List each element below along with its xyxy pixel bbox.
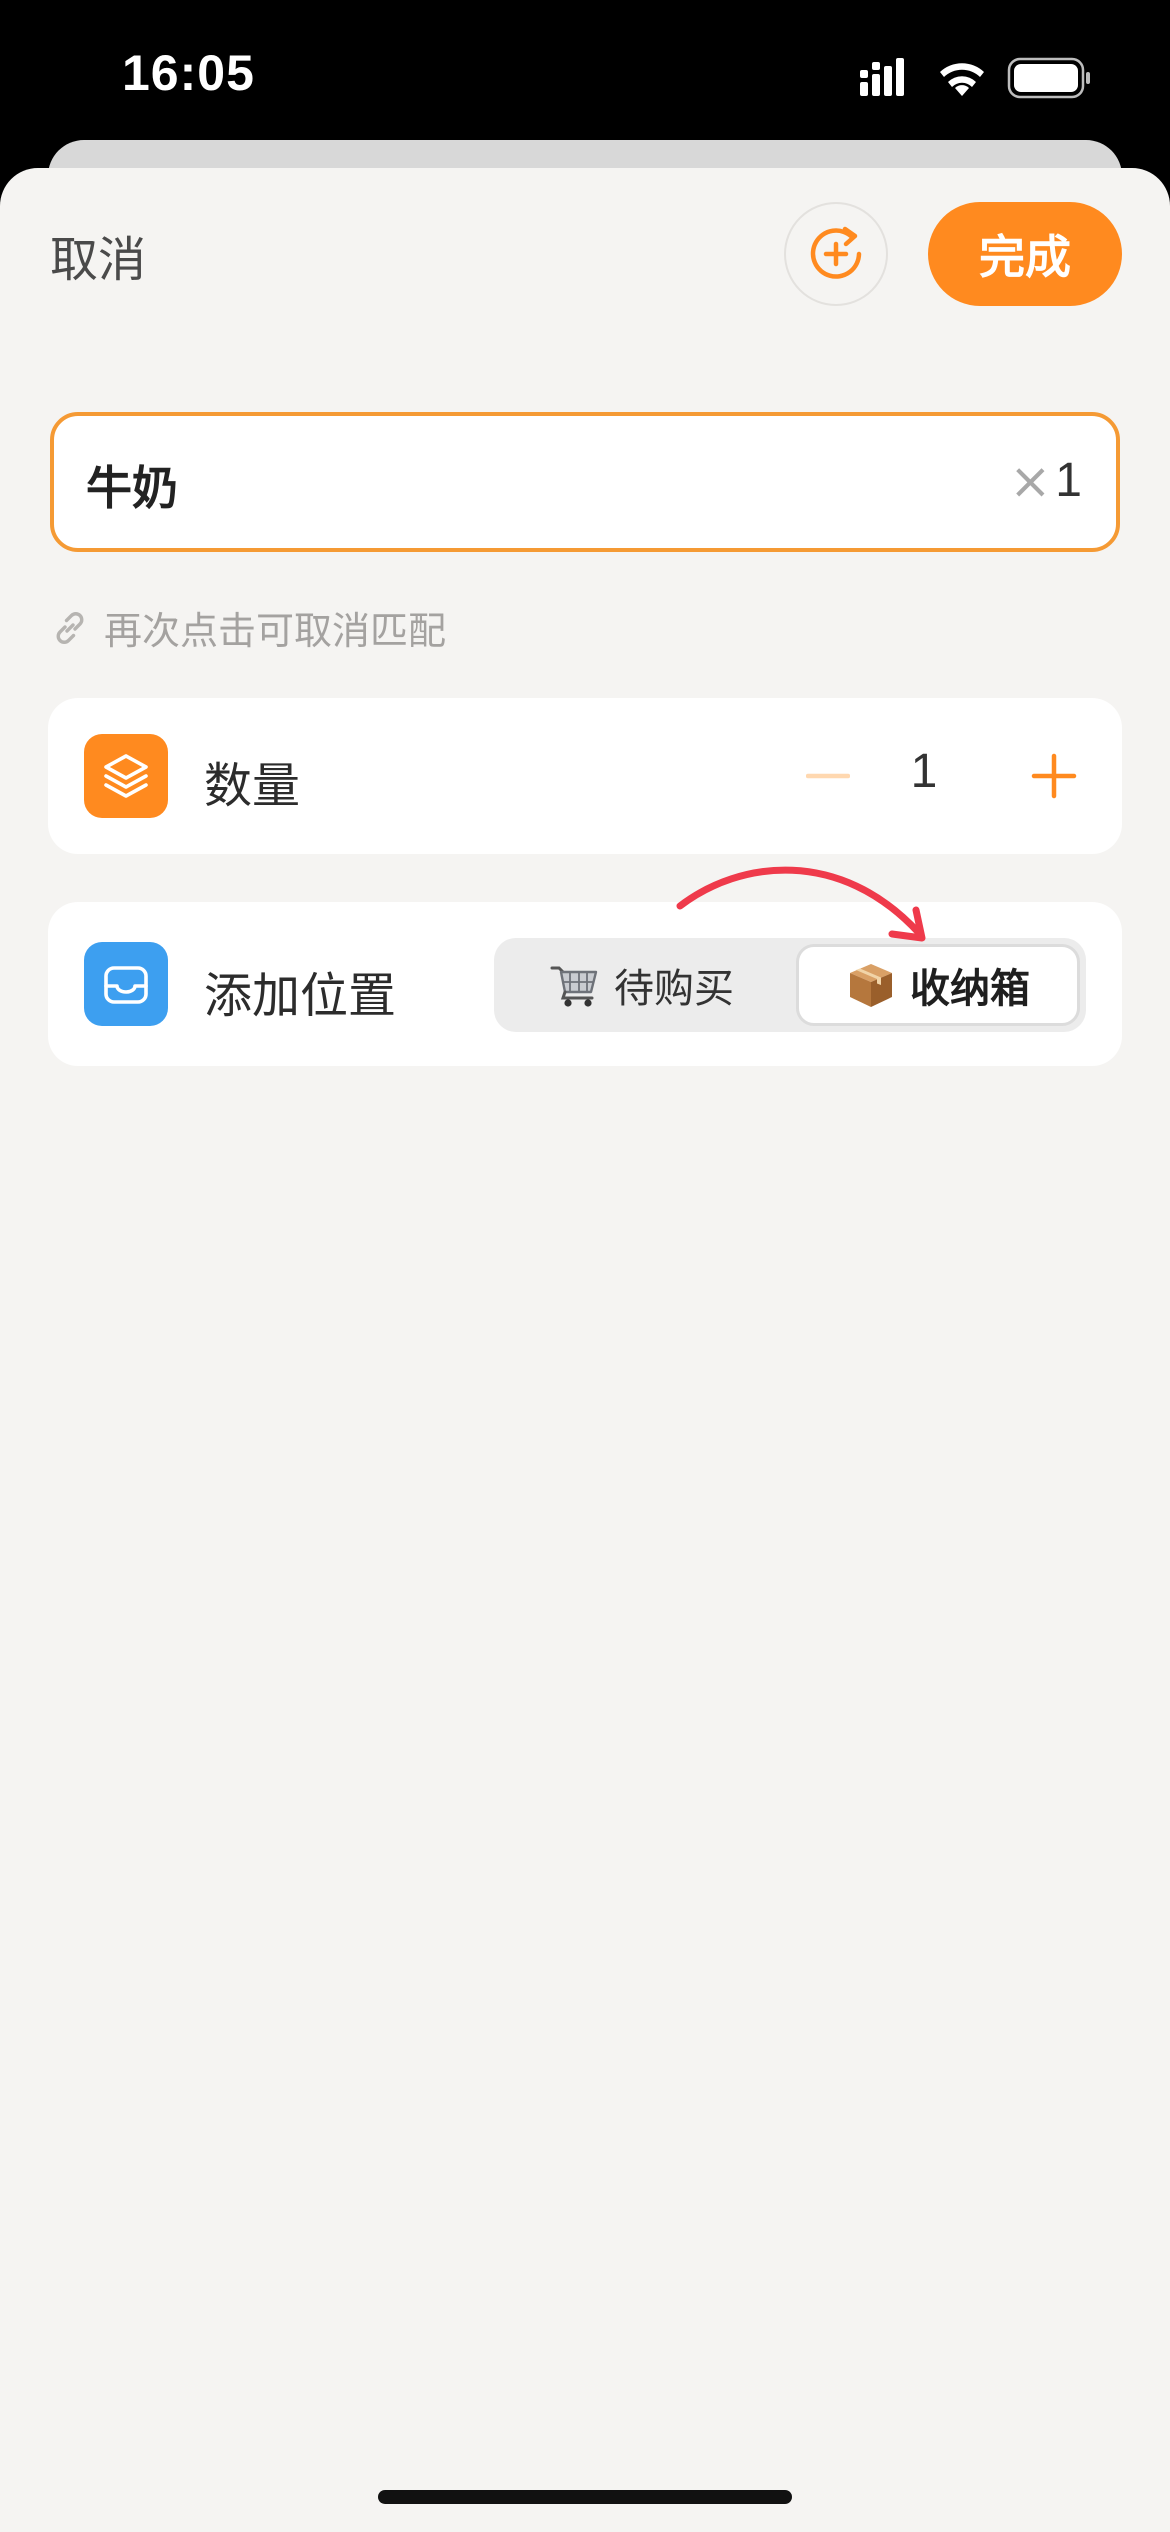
annotation-arrow xyxy=(676,866,926,942)
status-bar: 16:05 xyxy=(0,0,1170,150)
item-quantity-suffix: × 1 xyxy=(1009,456,1082,506)
item-name-input[interactable] xyxy=(84,444,888,526)
layers-icon-badge xyxy=(84,734,168,818)
link-icon xyxy=(56,611,84,644)
tray-icon-badge xyxy=(84,942,168,1026)
match-hint-text: 再次点击可取消匹配 xyxy=(104,609,447,653)
quantity-row: 数量 1 xyxy=(48,698,1122,854)
decrement-button[interactable] xyxy=(788,738,868,814)
done-button[interactable]: 完成 xyxy=(928,202,1122,306)
refresh-add-button[interactable] xyxy=(784,202,888,306)
segment-storage-box-label: 收纳箱 xyxy=(910,966,1030,1012)
status-icons xyxy=(860,56,1090,100)
segment-to-buy-label: 待购买 xyxy=(614,966,734,1012)
battery-icon xyxy=(1007,57,1090,99)
item-name-field[interactable]: × 1 xyxy=(50,412,1120,552)
location-label: 添加位置 xyxy=(204,968,397,1024)
status-time: 16:05 xyxy=(122,45,255,101)
plus-icon xyxy=(1031,753,1077,799)
inbox-tray-icon xyxy=(104,966,148,1004)
wifi-icon xyxy=(940,63,984,96)
refresh-add-icon xyxy=(810,226,862,279)
match-hint[interactable]: 再次点击可取消匹配 xyxy=(50,600,446,655)
times-icon: × xyxy=(1009,452,1052,510)
location-row: 添加位置 待购买 收纳箱 xyxy=(48,902,1122,1066)
cancel-button[interactable]: 取消 xyxy=(50,220,146,290)
minus-icon xyxy=(806,773,850,779)
increment-button[interactable] xyxy=(1014,738,1094,814)
quantity-value: 1 xyxy=(910,745,938,798)
cellular-signal-icon xyxy=(860,58,904,96)
cart-icon xyxy=(550,962,600,1008)
home-indicator xyxy=(378,2490,792,2504)
layers-icon xyxy=(104,754,148,798)
quantity-label: 数量 xyxy=(204,758,301,814)
item-quantity-value: 1 xyxy=(1055,454,1082,507)
package-box-icon xyxy=(846,960,896,1010)
